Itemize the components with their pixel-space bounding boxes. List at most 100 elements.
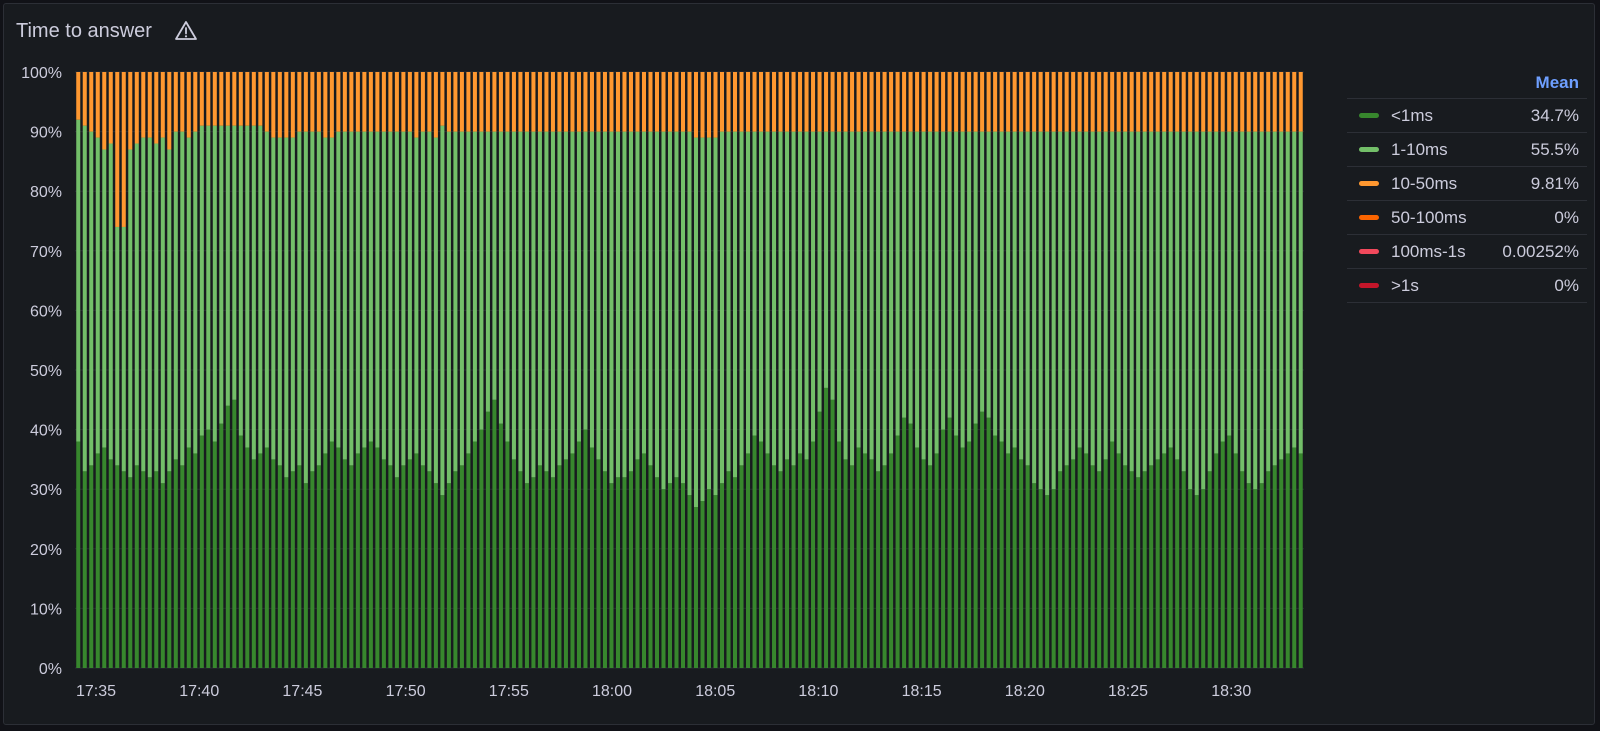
bar-segment bbox=[986, 131, 991, 418]
bar-segment bbox=[1285, 72, 1290, 132]
bar-segment bbox=[986, 417, 991, 668]
bar-segment bbox=[1168, 72, 1173, 132]
bar-segment bbox=[973, 423, 978, 668]
bar-segment bbox=[199, 435, 204, 668]
bar-segment bbox=[427, 131, 432, 472]
bar-segment bbox=[1259, 72, 1264, 132]
bar-segment bbox=[811, 72, 816, 132]
bar-segment bbox=[726, 131, 731, 472]
bar-segment bbox=[830, 399, 835, 668]
bar-segment bbox=[706, 137, 712, 490]
bar-segment bbox=[1123, 465, 1128, 668]
legend-item[interactable]: <1ms 34.7% bbox=[1347, 99, 1587, 133]
legend-item[interactable]: 100ms-1s 0.00252% bbox=[1347, 235, 1587, 269]
bar-segment bbox=[1012, 72, 1017, 132]
bar-segment bbox=[375, 72, 380, 132]
bar-segment bbox=[401, 131, 406, 466]
legend-stat-header[interactable]: Mean bbox=[1536, 73, 1579, 93]
bar-segment bbox=[1194, 495, 1199, 668]
bar-segment bbox=[498, 72, 503, 132]
bar-segment bbox=[902, 417, 907, 668]
bar-segment bbox=[1188, 489, 1193, 668]
bar-segment bbox=[791, 465, 796, 668]
legend-item[interactable]: 10-50ms 9.81% bbox=[1347, 167, 1587, 201]
bar-segment bbox=[589, 72, 594, 132]
bar-segment bbox=[524, 72, 529, 132]
bar-segment bbox=[687, 72, 692, 132]
bar-segment bbox=[453, 131, 458, 472]
bar-segment bbox=[407, 459, 412, 668]
bar-segment bbox=[531, 72, 536, 132]
legend-item[interactable]: 50-100ms 0% bbox=[1347, 201, 1587, 235]
y-tick-label: 10% bbox=[30, 601, 62, 618]
bar-segment bbox=[1058, 131, 1063, 472]
bar-segment bbox=[128, 149, 133, 478]
bar-segment bbox=[407, 131, 412, 460]
bar-segment bbox=[121, 471, 126, 668]
bar-segment bbox=[954, 72, 959, 132]
legend-item-name: >1s bbox=[1391, 275, 1419, 295]
bar-segment bbox=[596, 459, 601, 668]
bar-segment bbox=[700, 72, 705, 138]
bar-segment bbox=[654, 72, 659, 132]
bar-segment bbox=[739, 72, 744, 132]
bar-segment bbox=[186, 447, 191, 668]
bar-segment bbox=[375, 447, 380, 668]
bar-segment bbox=[1181, 72, 1186, 132]
bar-segment bbox=[524, 483, 529, 668]
bar-segment bbox=[115, 226, 120, 466]
bar-segment bbox=[1207, 471, 1212, 668]
bar-segment bbox=[863, 131, 868, 454]
bar-segment bbox=[420, 131, 425, 466]
bar-segment bbox=[713, 72, 718, 138]
bar-segment bbox=[1058, 72, 1063, 132]
bar-segment bbox=[193, 453, 198, 668]
bar-segment bbox=[733, 477, 738, 668]
bar-segment bbox=[193, 72, 198, 132]
bar-segment bbox=[141, 471, 146, 668]
bar-segment bbox=[466, 453, 471, 668]
bar-segment bbox=[1285, 131, 1290, 454]
bar-segment bbox=[1012, 131, 1017, 448]
bar-segment bbox=[212, 125, 217, 442]
bar-segment bbox=[576, 131, 581, 442]
bar-segment bbox=[355, 72, 360, 132]
bar-segment bbox=[609, 72, 614, 132]
bar-segment bbox=[967, 72, 972, 132]
bar-segment bbox=[1084, 453, 1089, 668]
bar-segment bbox=[1233, 453, 1238, 668]
bar-segment bbox=[1298, 453, 1303, 668]
legend-item[interactable]: 1-10ms 55.5% bbox=[1347, 133, 1587, 167]
bar-segment bbox=[1272, 465, 1277, 668]
bar-segment bbox=[641, 72, 646, 132]
bar-segment bbox=[570, 72, 575, 132]
bar-segment bbox=[693, 72, 699, 138]
bar-segment bbox=[843, 459, 848, 668]
bar-segment bbox=[518, 72, 523, 132]
bar-segment bbox=[576, 72, 581, 132]
y-tick-label: 30% bbox=[30, 482, 62, 499]
legend-item-name: 100ms-1s bbox=[1391, 241, 1466, 261]
bar-segment bbox=[219, 125, 224, 424]
legend-item[interactable]: >1s 0% bbox=[1347, 269, 1587, 303]
bar-segment bbox=[225, 72, 230, 126]
legend-item-value: 34.7% bbox=[1530, 105, 1579, 125]
legend-swatch bbox=[1359, 283, 1379, 288]
bar-segment bbox=[446, 72, 451, 132]
bar-segment bbox=[622, 72, 627, 132]
bar-segment bbox=[1162, 72, 1167, 132]
bar-segment bbox=[772, 465, 777, 668]
bar-segment bbox=[446, 483, 451, 668]
bar-segment bbox=[1006, 131, 1011, 454]
x-tick-label: 18:25 bbox=[1108, 683, 1148, 700]
legend-item-name: <1ms bbox=[1391, 105, 1434, 125]
bar-segment bbox=[284, 477, 289, 668]
bar-segment bbox=[687, 495, 692, 668]
bar-segment bbox=[615, 477, 620, 668]
bar-segment bbox=[1298, 72, 1303, 132]
bar-segment bbox=[1084, 131, 1089, 454]
bar-segment bbox=[1266, 471, 1271, 668]
stacked-bar-chart[interactable]: 0% 10% 20% 30% 40% 50% 60% 70% 80% 90% 100% 17:35 17… bbox=[4, 4, 1344, 726]
bar-segment bbox=[1175, 459, 1180, 668]
legend-item-value: 9.81% bbox=[1530, 173, 1579, 193]
